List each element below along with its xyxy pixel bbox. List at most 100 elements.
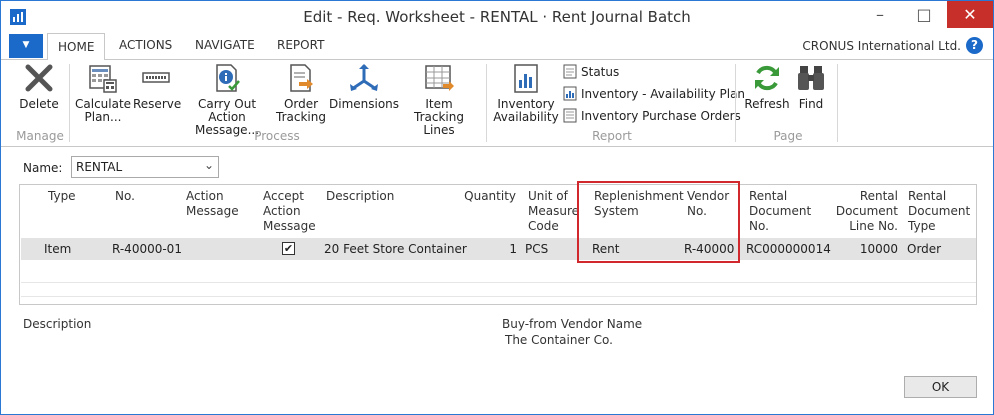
inventory-purchase-orders-label: Inventory Purchase Orders xyxy=(581,109,741,123)
table-row[interactable]: Item R-40000-01 ✔ 20 Feet Store Containe… xyxy=(21,238,976,260)
column-header-rental-document-no[interactable]: Rental Document No. xyxy=(749,189,811,234)
delete-label: Delete xyxy=(19,97,59,111)
cell-unit-of-measure[interactable]: PCS xyxy=(525,242,548,256)
cell-rental-document-no[interactable]: RC000000014 xyxy=(746,242,831,256)
column-header-text: No. xyxy=(749,219,769,233)
reserve-button[interactable]: Reserve xyxy=(133,62,182,111)
column-header-description[interactable]: Description xyxy=(326,189,394,204)
cell-quantity[interactable]: 1 xyxy=(451,242,517,256)
column-header-text: Rental xyxy=(749,189,788,203)
refresh-button[interactable]: Refresh xyxy=(743,62,791,111)
minimize-button[interactable]: – xyxy=(863,1,897,28)
ribbon-separator xyxy=(837,64,838,142)
buy-from-vendor-name-value: The Container Co. xyxy=(505,333,613,347)
worksheet-lines-grid: Type No. Action Message Accept Action Me… xyxy=(19,184,977,305)
column-header-text: Message xyxy=(263,219,316,233)
buy-from-vendor-name-label: Buy-from Vendor Name xyxy=(502,317,643,331)
inventory-availability-plan-button[interactable]: Inventory - Availability Plan xyxy=(563,86,745,104)
inventory-availability-plan-label: Inventory - Availability Plan xyxy=(581,87,746,101)
order-tracking-icon xyxy=(290,64,313,92)
name-dropdown-value: RENTAL xyxy=(76,160,123,174)
window-title: Edit - Req. Worksheet - RENTAL · Rent Jo… xyxy=(303,8,691,26)
item-tracking-lines-button[interactable]: Item Tracking Lines xyxy=(399,62,479,137)
column-header-text: Unit of xyxy=(528,189,568,203)
column-header-text: Measure xyxy=(528,204,579,218)
cell-description[interactable]: 20 Feet Store Container xyxy=(324,242,467,256)
reserve-label: Reserve xyxy=(133,97,182,111)
column-header-text: Type xyxy=(908,219,936,233)
column-header-unit-of-measure[interactable]: Unit of Measure Code xyxy=(528,189,579,234)
carry-out-action-message-icon xyxy=(216,64,240,92)
dimensions-icon xyxy=(350,64,378,91)
delete-icon xyxy=(25,64,53,92)
tab-navigate[interactable]: NAVIGATE xyxy=(195,38,255,52)
order-tracking-label-2: Tracking xyxy=(276,110,326,124)
accept-action-message-checkbox[interactable]: ✔ xyxy=(282,242,295,255)
find-button[interactable]: Find xyxy=(791,62,831,111)
maximize-button[interactable]: □ xyxy=(907,1,941,28)
column-header-text: Document xyxy=(749,204,812,218)
dimensions-label: Dimensions xyxy=(329,97,400,111)
calculate-plan-label-2: Plan... xyxy=(84,110,122,124)
help-icon[interactable]: ? xyxy=(966,37,983,54)
cell-no[interactable]: R-40000-01 xyxy=(112,242,182,256)
column-header-rental-document-line-no[interactable]: Rental Document Line No. xyxy=(832,189,898,234)
title-bar: Edit - Req. Worksheet - RENTAL · Rent Jo… xyxy=(1,1,993,32)
inventory-purchase-orders-button[interactable]: Inventory Purchase Orders xyxy=(563,108,741,126)
column-header-text: Rental xyxy=(859,189,898,203)
column-header-accept-action-message[interactable]: Accept Action Message xyxy=(263,189,316,234)
column-header-text: Document xyxy=(835,204,898,218)
row-divider xyxy=(21,282,976,283)
row-divider xyxy=(21,296,976,297)
company-name: CRONUS International Ltd. xyxy=(802,39,961,53)
find-label: Find xyxy=(798,97,824,111)
column-header-text: Action xyxy=(263,204,301,218)
column-header-text: Message xyxy=(186,204,239,218)
calculate-plan-icon xyxy=(89,65,117,93)
tab-report[interactable]: REPORT xyxy=(277,38,324,52)
column-header-type[interactable]: Type xyxy=(48,189,76,204)
column-header-rental-document-type[interactable]: Rental Document Type xyxy=(908,189,970,234)
availability-plan-icon xyxy=(563,86,577,101)
close-button[interactable]: ✕ xyxy=(947,1,993,28)
refresh-icon xyxy=(755,65,779,91)
cell-rental-document-line-no[interactable]: 10000 xyxy=(832,242,898,256)
cell-type[interactable]: Item xyxy=(44,242,71,256)
order-tracking-button[interactable]: Order Tracking xyxy=(275,62,327,124)
tab-actions[interactable]: ACTIONS xyxy=(119,38,172,52)
column-header-action-message[interactable]: Action Message xyxy=(186,189,239,219)
ribbon-separator xyxy=(735,64,736,142)
chevron-down-icon: ⌄ xyxy=(203,158,214,172)
ribbon: Delete Manage Calculate Plan... Reserve xyxy=(1,60,993,147)
column-header-quantity[interactable]: Quantity xyxy=(450,189,516,204)
status-report-button[interactable]: Status xyxy=(563,64,619,82)
delete-button[interactable]: Delete xyxy=(15,62,63,111)
column-header-text: Rental xyxy=(908,189,947,203)
ribbon-tab-bar: ▼ HOME ACTIONS NAVIGATE REPORT CRONUS In… xyxy=(1,32,993,61)
name-dropdown[interactable]: RENTAL ⌄ xyxy=(71,156,219,178)
highlight-box xyxy=(577,181,740,263)
name-label: Name: xyxy=(23,161,63,175)
description-label: Description xyxy=(23,317,92,331)
application-menu-button[interactable]: ▼ xyxy=(9,34,43,58)
column-header-no[interactable]: No. xyxy=(115,189,135,204)
column-header-text: Action xyxy=(186,189,224,203)
column-header-text: Accept xyxy=(263,189,304,203)
carry-out-action-message-button[interactable]: Carry Out Action Message... xyxy=(179,62,275,137)
ok-button[interactable]: OK xyxy=(904,376,977,398)
dimensions-button[interactable]: Dimensions xyxy=(329,62,399,111)
ribbon-separator xyxy=(486,64,487,142)
column-header-text: Document xyxy=(908,204,971,218)
tab-home[interactable]: HOME xyxy=(47,33,106,61)
inventory-availability-button[interactable]: Inventory Availability xyxy=(493,62,559,124)
group-label-report: Report xyxy=(592,129,632,143)
inventory-availability-icon xyxy=(514,64,538,93)
binoculars-icon xyxy=(798,66,824,90)
group-label-process: Process xyxy=(254,129,300,143)
group-label-page: Page xyxy=(773,129,803,143)
purchase-orders-icon xyxy=(563,108,577,123)
column-header-text: Line No. xyxy=(849,219,898,233)
refresh-label: Refresh xyxy=(744,97,790,111)
cell-rental-document-type[interactable]: Order xyxy=(907,242,941,256)
calculate-plan-button[interactable]: Calculate Plan... xyxy=(75,62,131,124)
